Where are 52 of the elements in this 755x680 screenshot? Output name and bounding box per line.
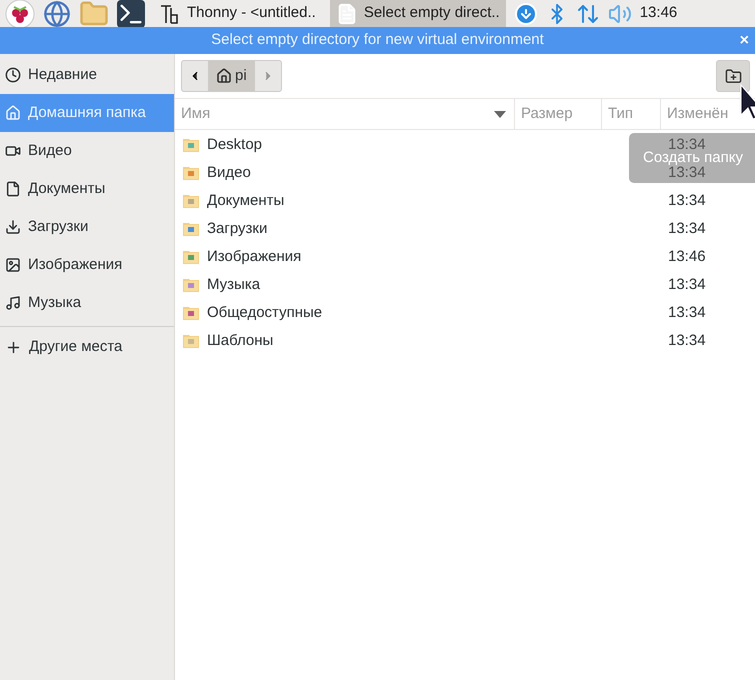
sidebar-item[interactable]: Музыка [0,284,174,322]
thonny-icon [159,2,181,24]
folder-icon [183,222,199,236]
folder-icon [183,250,199,264]
taskbar-task[interactable]: Select empty direct.. [330,0,506,27]
file-name[interactable]: Desktop [207,134,262,156]
modified-time: 13:34 [668,164,706,183]
download-icon[interactable] [514,2,538,26]
path-crumb[interactable]: pi [208,61,255,91]
modified-time: 13:34 [668,190,707,211]
terminal-icon[interactable] [117,0,145,28]
clock[interactable]: 13:46 [640,2,678,25]
folder-icon [183,166,199,180]
clock-icon [5,67,21,83]
sidebar-item[interactable]: Видео [0,132,174,170]
download-icon [5,219,21,235]
document-icon [5,181,21,197]
home-icon [5,105,21,121]
folder-icon [183,194,199,208]
modified-time: 13:34 [668,218,707,239]
folder-icon [183,334,199,348]
image-icon [5,257,21,273]
folder-icon [183,278,199,292]
modified-time: 13:34 [668,330,707,351]
file-name[interactable]: Общедоступные [207,302,322,324]
new-folder-button[interactable] [716,60,750,92]
folder-icon [183,306,199,320]
new-folder-icon [724,68,742,84]
raspberry-icon[interactable] [5,0,35,27]
file-name[interactable]: Загрузки [207,218,268,240]
file-name[interactable]: Изображения [207,246,302,268]
file-name[interactable]: Документы [207,190,284,212]
sidebar-item[interactable]: Загрузки [0,208,174,246]
home-icon [216,68,232,84]
folder-icon [183,138,199,152]
modified-time: 13:46 [668,246,707,267]
sidebar-item[interactable]: Изображения [0,246,174,284]
sort-caret-icon [494,110,506,118]
file-name[interactable]: Видео [207,162,251,184]
modified-time: 13:34 [668,274,707,295]
sidebar-item[interactable]: Другие места [0,327,174,367]
window-title: Select empty directory for new virtual environment [211,30,544,50]
modified-time: 13:34 [668,302,707,323]
music-icon [5,295,21,311]
sidebar-item[interactable]: Документы [0,170,174,208]
taskbar-task[interactable]: Thonny - <untitled.. [153,0,322,27]
sidebar-item[interactable]: Недавние [0,56,174,94]
globe-icon[interactable] [43,0,71,28]
file-name[interactable]: Музыка [207,274,260,296]
file-name[interactable]: Шаблоны [207,330,274,352]
folder-icon[interactable] [79,0,109,28]
modified-time: 13:34 [668,134,707,153]
